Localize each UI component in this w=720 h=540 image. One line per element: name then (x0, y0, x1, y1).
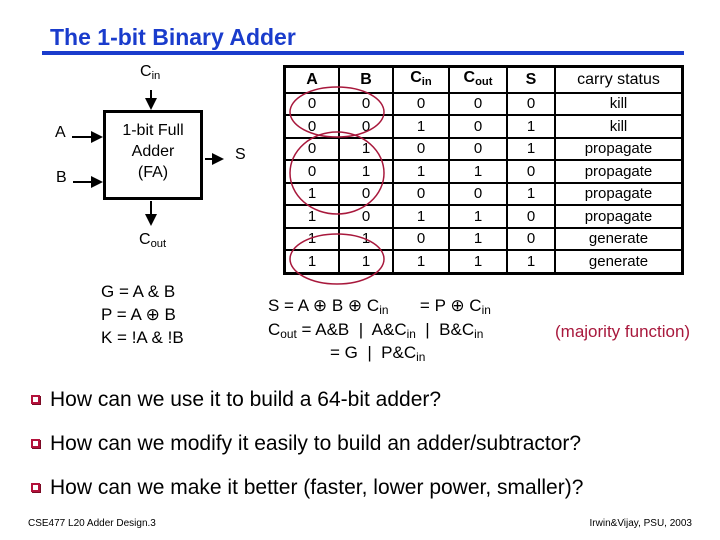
bullet-item: How can we modify it easily to build an … (31, 432, 581, 456)
equation-cout-simplified: = G | P&Cin (330, 343, 426, 364)
propagate-group-ellipse (289, 131, 385, 215)
square-bullet-icon (31, 439, 40, 448)
footer-credit: Irwin&Vijay, PSU, 2003 (589, 518, 692, 529)
kill-group-ellipse (289, 86, 385, 138)
footer-course: CSE477 L20 Adder Design.3 (28, 518, 156, 529)
square-bullet-icon (31, 483, 40, 492)
generate-group-ellipse (289, 233, 385, 285)
bullet-item: How can we use it to build a 64-bit adde… (31, 388, 441, 412)
grouping-ellipses (289, 86, 385, 285)
majority-function-note: (majority function) (555, 322, 691, 341)
bullet-item: How can we make it better (faster, lower… (31, 476, 583, 500)
square-bullet-icon (31, 395, 40, 404)
